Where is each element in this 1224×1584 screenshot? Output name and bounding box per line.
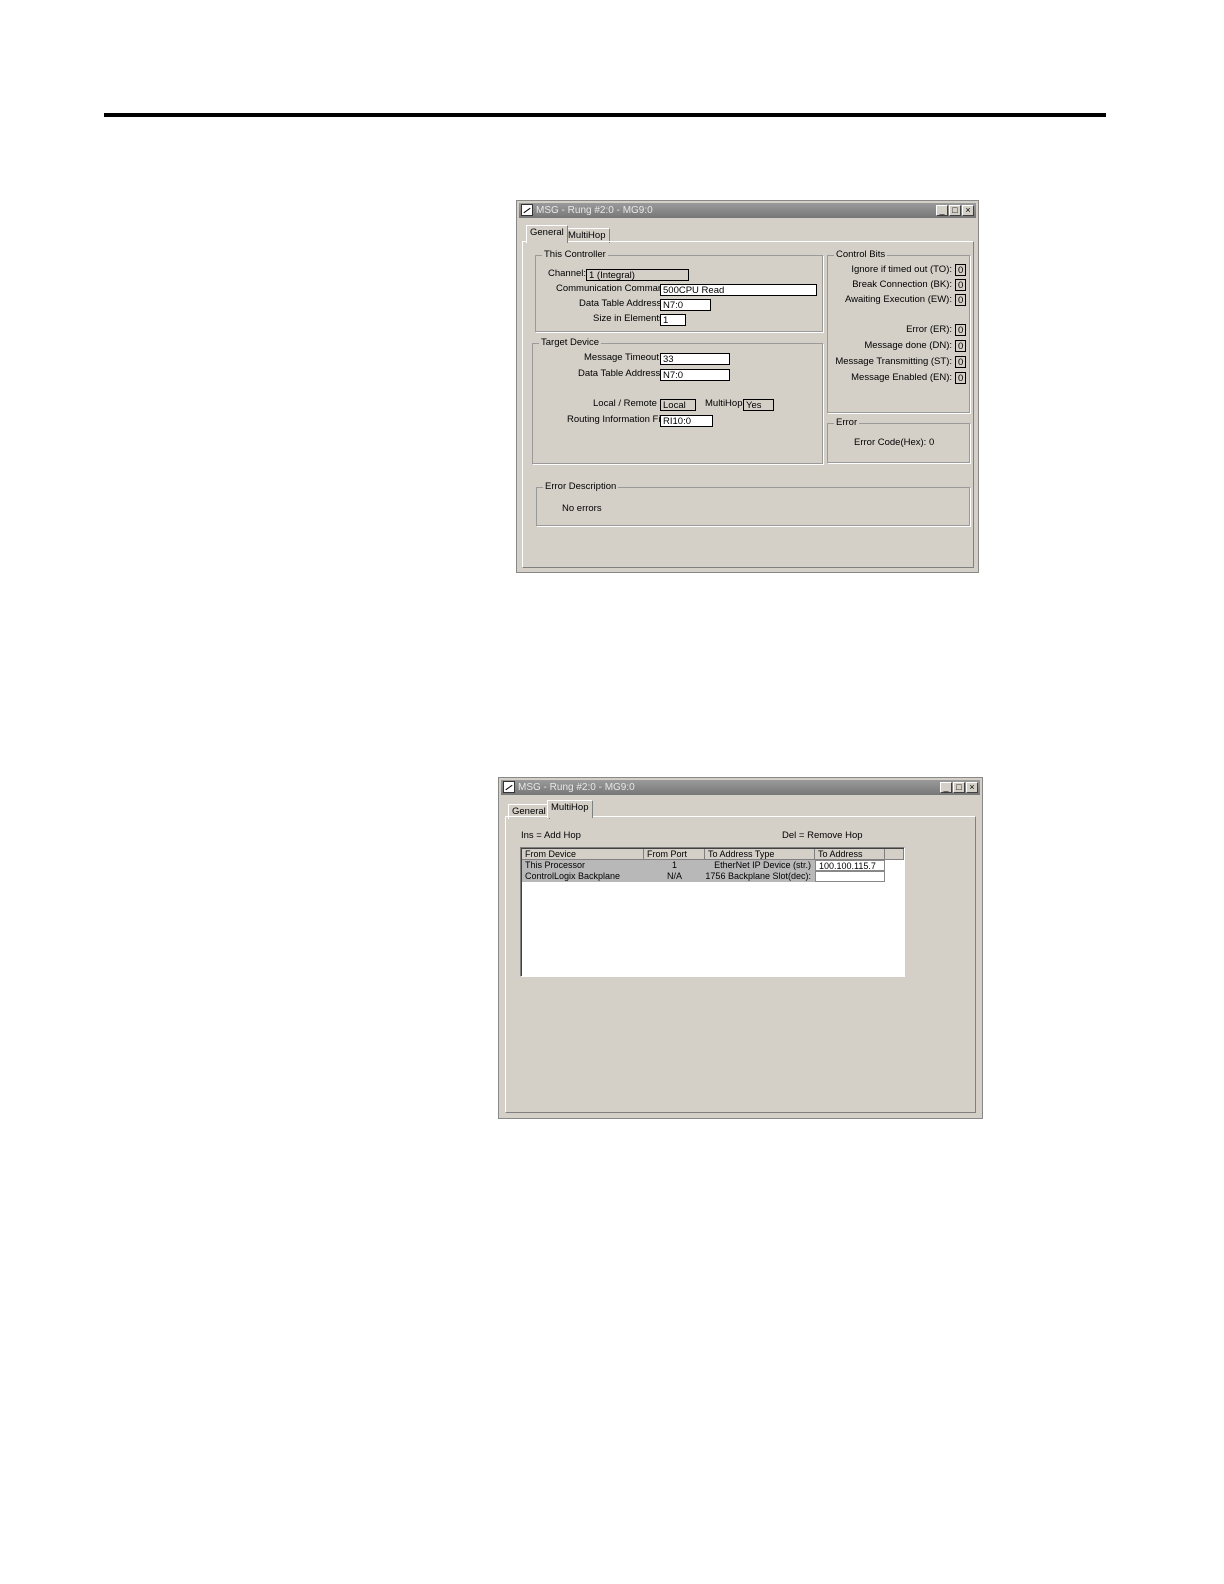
row-to-address[interactable] [815, 871, 885, 882]
tab-panel: Ins = Add Hop Del = Remove Hop From Devi… [505, 816, 976, 1113]
comm-command-field[interactable]: 500CPU Read [660, 284, 817, 296]
this-controller-legend: This Controller [542, 249, 608, 261]
error-group: Error Error Code(Hex): 0 [827, 417, 970, 463]
ladder-app-icon [521, 204, 533, 216]
column-header-to-address-type[interactable]: To Address Type [705, 849, 815, 860]
size-in-elements-field[interactable]: 1 [660, 314, 686, 326]
message-transmitting-value: 0 [955, 356, 966, 368]
row-to-address-type[interactable]: EtherNet IP Device (str.) [705, 860, 815, 871]
local-remote-field[interactable]: Local [660, 399, 696, 411]
routing-info-label: Routing Information File: [567, 414, 671, 425]
control-bits-legend: Control Bits [834, 249, 888, 261]
tab-panel: This Controller Channel: 1 (Integral) Co… [522, 241, 974, 568]
maximize-icon[interactable]: □ [949, 205, 961, 216]
message-timeout-label: Message Timeout : [584, 352, 665, 363]
close-icon[interactable]: × [966, 782, 978, 793]
maximize-icon[interactable]: □ [953, 782, 965, 793]
message-timeout-field[interactable]: 33 [660, 353, 730, 365]
controller-data-table-label: Data Table Address: [579, 298, 664, 309]
hop-table[interactable]: From Device From Port To Address Type To… [520, 847, 905, 977]
routing-info-field[interactable]: RI10:0 [660, 415, 713, 427]
column-header-from-device[interactable]: From Device [522, 849, 644, 860]
local-remote-label: Local / Remote : [593, 398, 663, 409]
target-device-group: Target Device Message Timeout : 33 Data … [532, 337, 823, 464]
table-row[interactable]: ControlLogix Backplane N/A 1756 Backplan… [522, 871, 904, 882]
multihop-label: MultiHop: [705, 398, 746, 409]
tab-general[interactable]: General [526, 225, 568, 243]
ins-add-hop-hint: Ins = Add Hop [521, 830, 581, 841]
column-header-from-port[interactable]: From Port [644, 849, 705, 860]
awaiting-execution-label: Awaiting Execution (EW): [844, 294, 952, 305]
controller-data-table-field[interactable]: N7:0 [660, 299, 711, 311]
column-header-to-address[interactable]: To Address [815, 849, 885, 860]
title-bar[interactable]: MSG - Rung #2:0 - MG9:0 _ □ × [519, 203, 976, 218]
target-data-table-field[interactable]: N7:0 [660, 369, 730, 381]
page-header-rule [104, 113, 1106, 117]
error-bit-label: Error (ER): [906, 324, 952, 335]
tab-multihop[interactable]: MultiHop [547, 800, 593, 818]
message-enabled-value: 0 [955, 372, 966, 384]
error-description-group: Error Description No errors [536, 481, 970, 526]
window-title: MSG - Rung #2:0 - MG9:0 [518, 782, 635, 793]
window-title: MSG - Rung #2:0 - MG9:0 [536, 205, 653, 216]
del-remove-hop-hint: Del = Remove Hop [782, 830, 863, 841]
message-enabled-label: Message Enabled (EN): [851, 372, 952, 383]
message-transmitting-label: Message Transmitting (ST): [835, 356, 952, 367]
target-device-legend: Target Device [539, 337, 602, 349]
break-connection-value: 0 [955, 279, 966, 291]
msg-dialog-general: MSG - Rung #2:0 - MG9:0 _ □ × General Mu… [516, 200, 979, 573]
target-data-table-label: Data Table Address: [578, 368, 663, 379]
channel-label: Channel: [548, 268, 587, 279]
break-connection-label: Break Connection (BK): [852, 279, 952, 290]
comm-command-label: Communication Command: [556, 283, 672, 294]
error-description-legend: Error Description [543, 481, 619, 493]
title-bar[interactable]: MSG - Rung #2:0 - MG9:0 _ □ × [501, 780, 980, 795]
close-icon[interactable]: × [962, 205, 974, 216]
row-to-address-type[interactable]: 1756 Backplane Slot(dec): [705, 871, 815, 882]
column-header-filler [885, 849, 904, 860]
message-done-value: 0 [955, 340, 966, 352]
control-bits-group: Control Bits Ignore if timed out (TO): 0… [827, 249, 970, 413]
ignore-timeout-value: 0 [955, 264, 966, 276]
table-row[interactable]: This Processor 1 EtherNet IP Device (str… [522, 860, 904, 871]
row-from-device[interactable]: This Processor [522, 860, 644, 871]
error-description-text: No errors [562, 503, 602, 514]
awaiting-execution-value: 0 [955, 294, 966, 306]
ladder-app-icon [503, 781, 515, 793]
multihop-field[interactable]: Yes [743, 399, 774, 411]
error-code-text: Error Code(Hex): 0 [854, 437, 935, 448]
msg-dialog-multihop: MSG - Rung #2:0 - MG9:0 _ □ × General Mu… [498, 777, 983, 1119]
row-from-port[interactable]: 1 [644, 860, 705, 871]
row-to-address[interactable]: 100.100.115.7 [815, 860, 885, 871]
minimize-icon[interactable]: _ [940, 782, 952, 793]
message-done-label: Message done (DN): [864, 340, 952, 351]
this-controller-group: This Controller Channel: 1 (Integral) Co… [535, 249, 823, 332]
error-bit-value: 0 [955, 324, 966, 336]
row-from-port[interactable]: N/A [644, 871, 705, 882]
ignore-timeout-label: Ignore if timed out (TO): [851, 264, 952, 275]
minimize-icon[interactable]: _ [936, 205, 948, 216]
channel-field[interactable]: 1 (Integral) [586, 269, 689, 281]
error-legend: Error [834, 417, 860, 429]
size-in-elements-label: Size in Elements: [593, 313, 667, 324]
row-from-device[interactable]: ControlLogix Backplane [522, 871, 644, 882]
